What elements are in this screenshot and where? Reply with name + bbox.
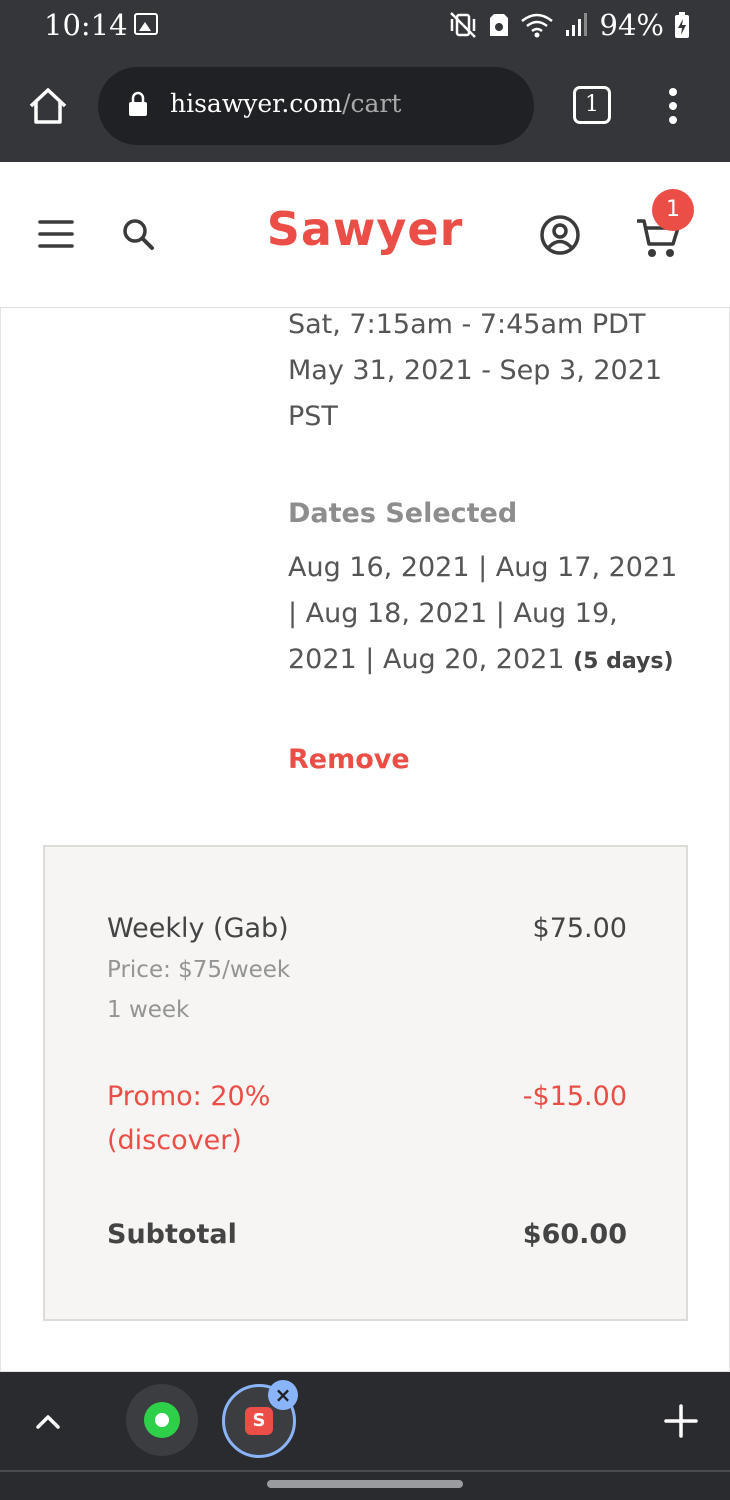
schedule-timezone: PST [288, 401, 338, 432]
signal-icon [564, 12, 590, 38]
plus-icon [664, 1404, 698, 1438]
subtotal-value: $60.00 [522, 1219, 627, 1250]
url-text: hisawyer.com/cart [170, 89, 402, 118]
add-button[interactable] [662, 1402, 700, 1440]
home-icon [29, 88, 67, 124]
tab-switcher-button[interactable]: 1 [573, 86, 611, 124]
item-name: Weekly (Gab) [107, 913, 289, 944]
green-app-icon [144, 1402, 180, 1438]
close-icon[interactable]: × [268, 1380, 298, 1410]
expand-button[interactable] [34, 1409, 62, 1433]
status-time: 10:14 [44, 8, 128, 42]
dates-line: | Aug 18, 2021 | Aug 19, [288, 598, 618, 629]
data-saver-icon [488, 12, 510, 38]
dates-line: 2021 | Aug 20, 2021 (5 days) [288, 644, 674, 675]
cart-content: Sat, 7:15am - 7:45am PDT May 31, 2021 - … [0, 308, 730, 1372]
dates-selected-label: Dates Selected [288, 498, 518, 529]
remove-button[interactable]: Remove [288, 744, 410, 775]
schedule-range: May 31, 2021 - Sep 3, 2021 [288, 355, 663, 386]
lock-icon [129, 91, 147, 116]
promo-code: (discover) [107, 1125, 242, 1156]
vibrate-mute-icon [448, 11, 478, 39]
order-summary: Weekly (Gab) Price: $75/week 1 week $75.… [43, 845, 688, 1321]
cart-item-card: Sat, 7:15am - 7:45am PDT May 31, 2021 - … [0, 308, 730, 1372]
status-bar: 10:14 94% [0, 0, 730, 50]
item-price: $75.00 [532, 913, 627, 944]
line-item: Weekly (Gab) Price: $75/week 1 week $75.… [107, 913, 627, 1043]
home-button[interactable] [26, 84, 70, 128]
dates-selected-list: Aug 16, 2021 | Aug 17, 2021 | Aug 18, 20… [288, 545, 678, 685]
sawyer-app-icon: S [245, 1407, 273, 1435]
sawyer-logo[interactable]: Sawyer [0, 202, 730, 256]
more-vert-icon [669, 88, 677, 124]
user-circle-icon [540, 215, 580, 255]
item-price-note: Price: $75/week [107, 957, 291, 983]
status-icons: 94% [448, 8, 690, 42]
bottom-app-bar: S × [0, 1372, 730, 1500]
cart-count-badge: 1 [652, 189, 694, 231]
wifi-icon [520, 11, 554, 39]
promo-amount: -$15.00 [522, 1081, 627, 1112]
divider [0, 1470, 730, 1472]
promo-row: Promo: 20% (discover) -$15.00 [107, 1075, 627, 1165]
battery-charging-icon [674, 11, 690, 39]
site-header: Sawyer 1 [0, 162, 730, 308]
dates-line: Aug 16, 2021 | Aug 17, 2021 [288, 552, 678, 583]
address-bar[interactable]: hisawyer.com/cart [98, 67, 534, 145]
subtotal-row: Subtotal $60.00 [107, 1219, 627, 1259]
browser-menu-button[interactable] [660, 86, 686, 126]
days-count: (5 days) [573, 649, 674, 674]
browser-toolbar: hisawyer.com/cart 1 [0, 50, 730, 162]
item-duration: 1 week [107, 997, 190, 1023]
app-bubble-green[interactable] [126, 1384, 198, 1456]
chevron-up-icon [36, 1415, 60, 1429]
subtotal-label: Subtotal [107, 1219, 237, 1250]
account-button[interactable] [539, 214, 581, 256]
schedule-details: Sat, 7:15am - 7:45am PDT May 31, 2021 - … [288, 308, 708, 440]
schedule-time: Sat, 7:15am - 7:45am PDT [288, 309, 646, 340]
image-notification-icon [134, 13, 158, 35]
gesture-home-indicator[interactable] [267, 1480, 463, 1488]
promo-label: Promo: 20% [107, 1081, 271, 1112]
battery-percent: 94% [599, 8, 664, 42]
